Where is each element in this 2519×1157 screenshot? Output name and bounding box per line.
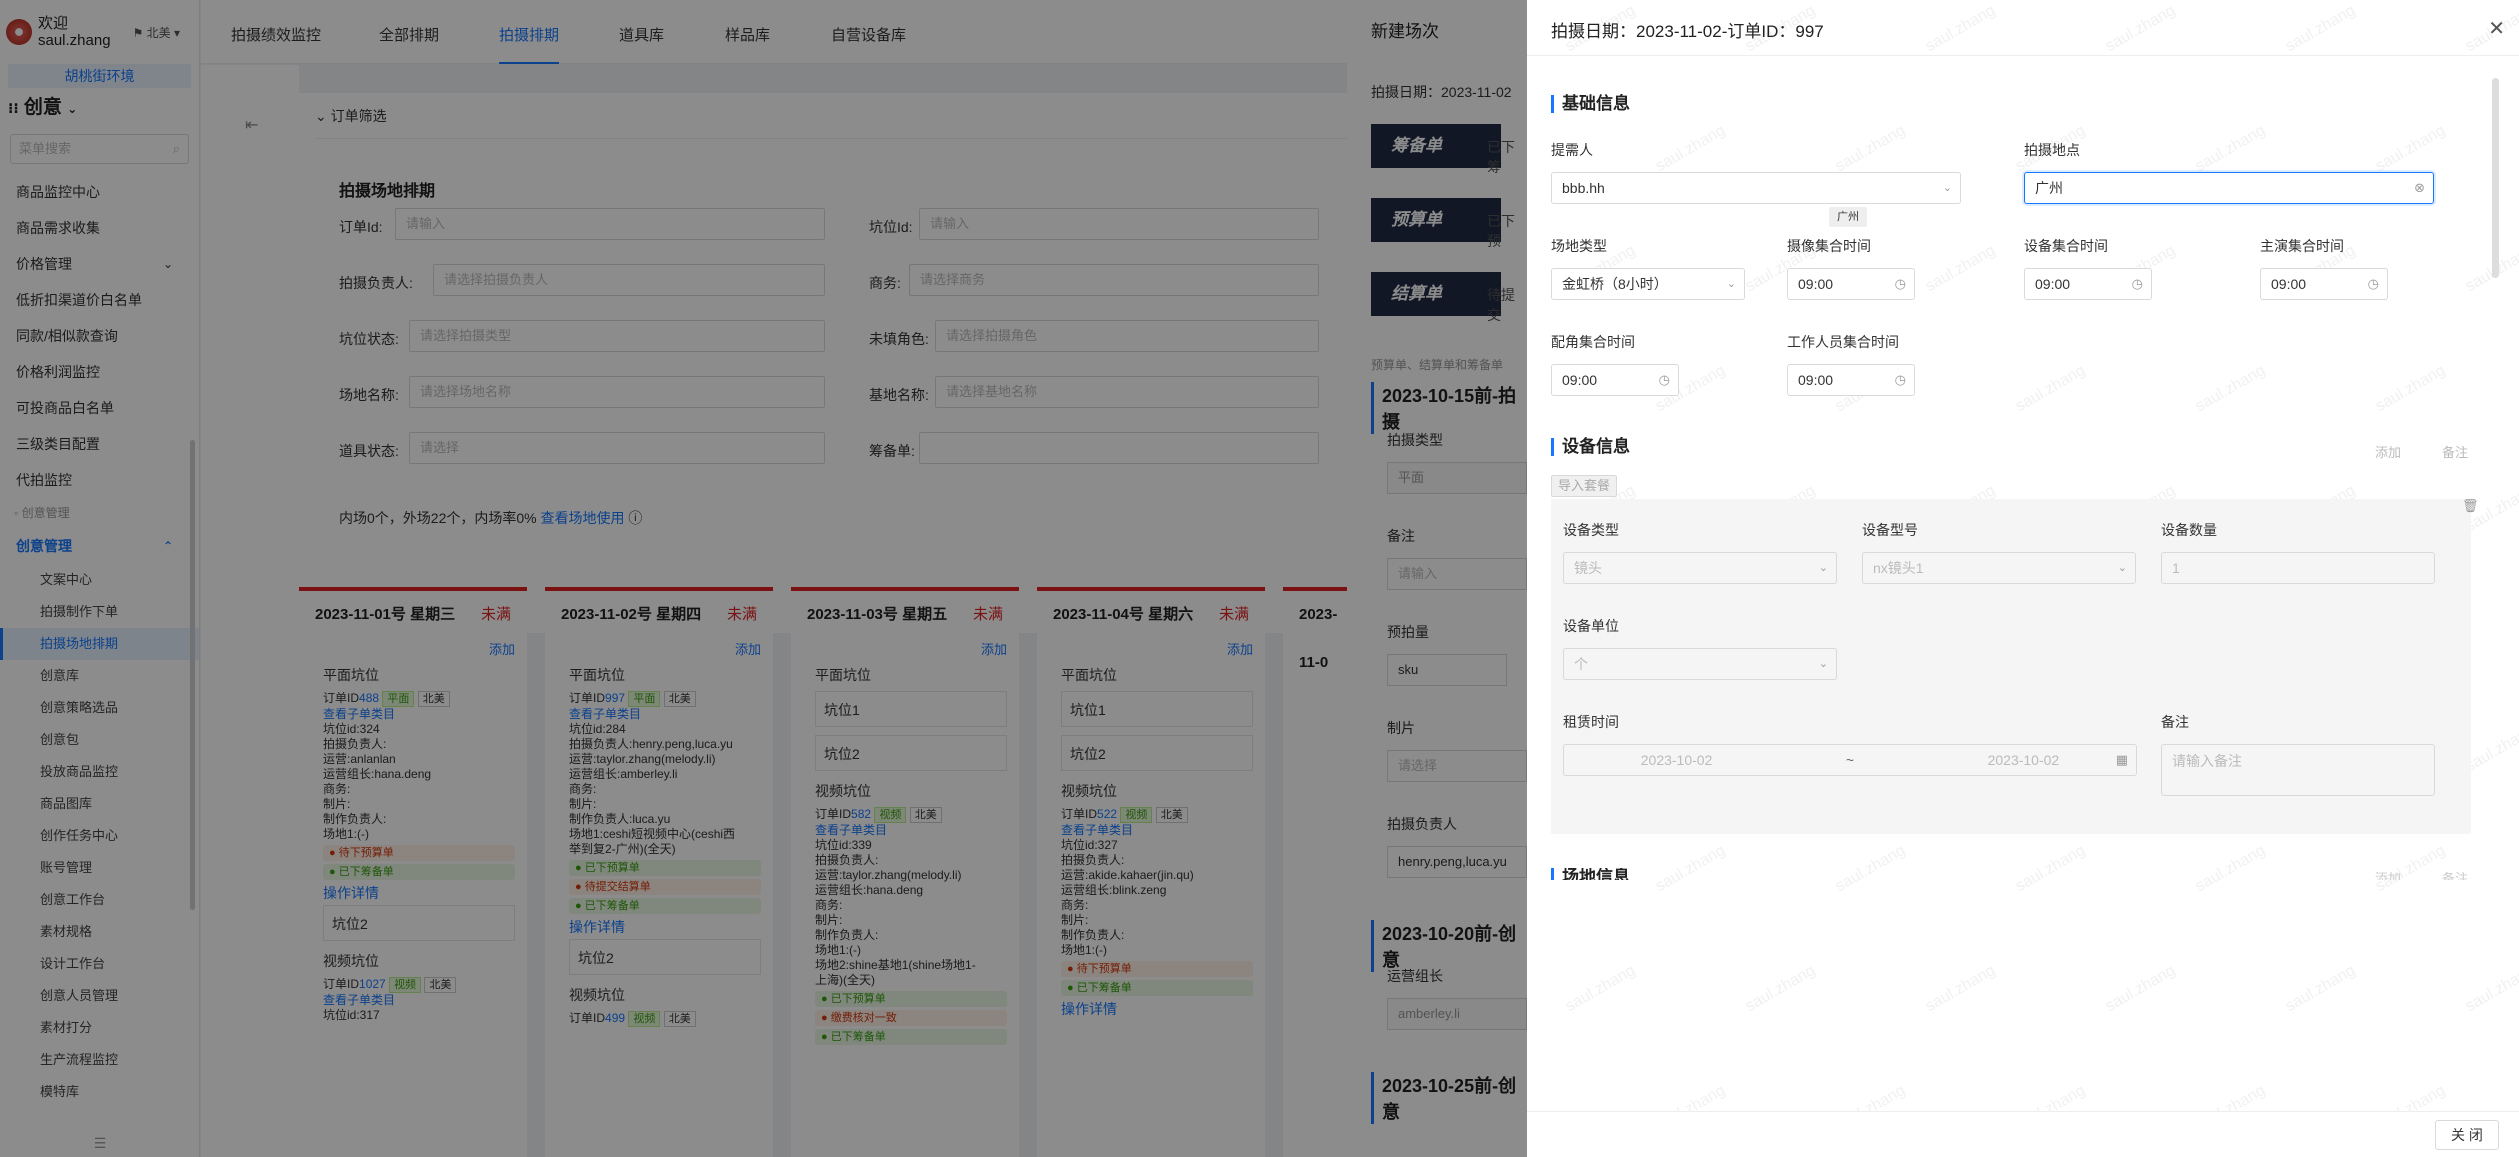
watermark-text: saul.zhang xyxy=(2462,961,2519,1016)
calendar-icon: ▦ xyxy=(2115,752,2128,767)
drawer1-overlay xyxy=(1347,0,1527,1157)
equip-model-select[interactable]: nx镜头1 ⌄ xyxy=(1862,552,2136,584)
equipment-add-button[interactable]: 添加 xyxy=(2375,442,2401,461)
watermark-text: saul.zhang xyxy=(2192,841,2269,896)
section-venue: 场地信息 xyxy=(1551,868,1630,880)
import-package-button[interactable]: 导入套餐 xyxy=(1551,475,1618,497)
drawer-header: 拍摄日期：2023-11-02-订单ID：997 ✕ xyxy=(1527,0,2519,56)
clock-icon: ◷ xyxy=(1894,372,1906,387)
equip-qty-value: 1 xyxy=(2172,560,2180,576)
drawer-title: 拍摄日期：2023-11-02-订单ID：997 xyxy=(1551,22,1824,41)
close-icon[interactable]: ✕ xyxy=(2488,16,2505,41)
watermark-text: saul.zhang xyxy=(1652,841,1729,896)
watermark-text: saul.zhang xyxy=(1742,961,1819,1016)
watermark-text: saul.zhang xyxy=(2012,361,2089,416)
equip-remark-label: 备注 xyxy=(2161,714,2189,730)
equip-model-label: 设备型号 xyxy=(1862,522,1918,538)
chevron-down-icon: ⌄ xyxy=(2117,562,2127,574)
equipment-time-value: 09:00 xyxy=(2035,276,2071,292)
location-tooltip: 广州 xyxy=(1829,207,1867,227)
watermark-text: saul.zhang xyxy=(1922,241,1999,296)
chevron-down-icon: ⌄ xyxy=(1818,562,1828,574)
equip-type-select[interactable]: 镜头 ⌄ xyxy=(1563,552,1837,584)
equip-type-value: 镜头 xyxy=(1574,560,1602,576)
support-time-value: 09:00 xyxy=(1562,372,1598,388)
rental-end: 2023-10-02 xyxy=(1987,752,2060,768)
watermark-text: saul.zhang xyxy=(1832,841,1909,896)
chevron-down-icon: ⌄ xyxy=(1726,278,1736,290)
delete-icon[interactable]: 🗑 xyxy=(2462,498,2479,514)
section-basic-info: 基础信息 xyxy=(1551,95,1630,113)
watermark-text: saul.zhang xyxy=(2102,961,2179,1016)
range-separator: ~ xyxy=(1845,752,1855,768)
location-value: 广州 xyxy=(2035,180,2063,196)
lead-time-picker[interactable]: 09:00 ◷ xyxy=(2260,268,2388,300)
venue-add-button[interactable]: 添加 xyxy=(2375,868,2401,880)
watermark-text: saul.zhang xyxy=(2462,241,2519,296)
watermark-text: saul.zhang xyxy=(2372,121,2449,176)
requester-value: bbb.hh xyxy=(1562,180,1605,196)
equipment-time-label: 设备集合时间 xyxy=(2024,238,2108,254)
clock-icon: ◷ xyxy=(1658,372,1670,387)
equip-qty-input[interactable]: 1 xyxy=(2161,552,2435,584)
clock-icon: ◷ xyxy=(2131,276,2143,291)
modal-mask[interactable] xyxy=(0,0,1527,1157)
camera-time-picker[interactable]: 09:00 ◷ xyxy=(1787,268,1915,300)
venue-type-select[interactable]: 金虹桥（8小时） ⌄ xyxy=(1551,268,1745,300)
rental-start: 2023-10-02 xyxy=(1640,752,1713,768)
shoot-detail-drawer: saul.zhang saul.zhang saul.zhang saul.zhang… xyxy=(1527,0,2519,1157)
staff-time-value: 09:00 xyxy=(1798,372,1834,388)
equip-unit-value: 个 xyxy=(1574,656,1588,672)
chevron-down-icon: ⌄ xyxy=(1942,182,1952,194)
new-session-drawer: 新建场次 拍摄日期：2023-11-02 筹备单 已下筹 预算单 已下预 结算单… xyxy=(1347,0,1527,1157)
location-input[interactable]: 广州 ⊗ xyxy=(2024,172,2434,204)
venue-remark-button[interactable]: 备注 xyxy=(2442,868,2468,880)
staff-time-picker[interactable]: 09:00 ◷ xyxy=(1787,364,1915,396)
camera-time-label: 摄像集合时间 xyxy=(1787,238,1871,254)
watermark-text: saul.zhang xyxy=(1832,121,1909,176)
watermark-text: saul.zhang xyxy=(1922,961,1999,1016)
equip-type-label: 设备类型 xyxy=(1563,522,1619,538)
lead-time-value: 09:00 xyxy=(2271,276,2307,292)
watermark-text: saul.zhang xyxy=(2192,361,2269,416)
clear-icon[interactable]: ⊗ xyxy=(2414,173,2425,203)
watermark-text: saul.zhang xyxy=(1652,121,1729,176)
chevron-down-icon: ⌄ xyxy=(1818,658,1828,670)
watermark-text: saul.zhang xyxy=(2192,121,2269,176)
equip-unit-label: 设备单位 xyxy=(1563,618,1619,634)
equipment-remark-button[interactable]: 备注 xyxy=(2442,442,2468,461)
watermark-text: saul.zhang xyxy=(1562,961,1639,1016)
requester-label: 提需人 xyxy=(1551,142,1593,158)
watermark-text: saul.zhang xyxy=(2282,961,2359,1016)
watermark-text: saul.zhang xyxy=(2012,841,2089,896)
support-time-picker[interactable]: 09:00 ◷ xyxy=(1551,364,1679,396)
camera-time-value: 09:00 xyxy=(1798,276,1834,292)
requester-select[interactable]: bbb.hh ⌄ xyxy=(1551,172,1961,204)
drawer-scrollbar[interactable] xyxy=(2492,78,2499,278)
close-button[interactable]: 关 闭 xyxy=(2435,1120,2499,1150)
equip-qty-label: 设备数量 xyxy=(2161,522,2217,538)
venue-type-label: 场地类型 xyxy=(1551,238,1607,254)
drawer-footer: 关 闭 xyxy=(1527,1111,2519,1157)
staff-time-label: 工作人员集合时间 xyxy=(1787,334,1899,350)
equipment-time-picker[interactable]: 09:00 ◷ xyxy=(2024,268,2152,300)
equip-remark-textarea[interactable]: 请输入备注 xyxy=(2161,744,2435,796)
lead-time-label: 主演集合时间 xyxy=(2260,238,2344,254)
watermark-text: saul.zhang xyxy=(2372,361,2449,416)
section-equipment: 设备信息 xyxy=(1551,438,1630,456)
venue-type-value: 金虹桥（8小时） xyxy=(1562,276,1668,292)
watermark-text: saul.zhang xyxy=(2462,721,2519,776)
support-time-label: 配角集合时间 xyxy=(1551,334,1635,350)
clock-icon: ◷ xyxy=(2367,276,2379,291)
equip-unit-select[interactable]: 个 ⌄ xyxy=(1563,648,1837,680)
clock-icon: ◷ xyxy=(1894,276,1906,291)
equip-model-value: nx镜头1 xyxy=(1873,560,1924,576)
location-label: 拍摄地点 xyxy=(2024,142,2080,158)
rental-range-picker[interactable]: 2023-10-02 ~2023-10-02 ▦ xyxy=(1563,744,2137,776)
rental-time-label: 租赁时间 xyxy=(1563,714,1619,730)
